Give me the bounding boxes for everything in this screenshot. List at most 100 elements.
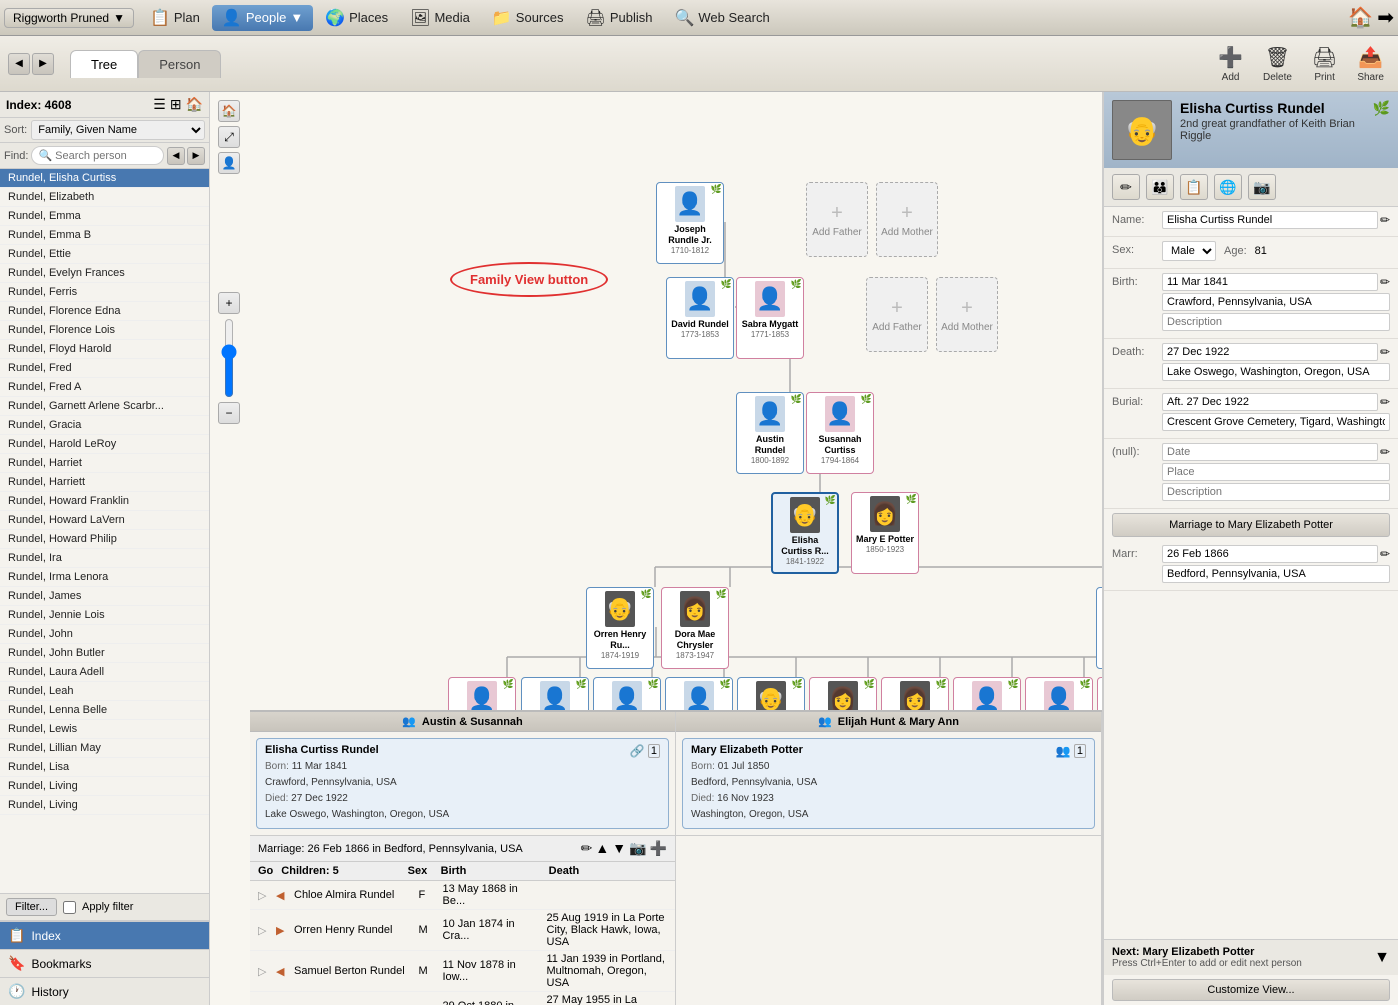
add-card-1[interactable]: +Add Mother (876, 182, 938, 257)
person-list-item[interactable]: Rundel, John (0, 625, 209, 644)
print-button[interactable]: 🖨 Print (1306, 43, 1343, 85)
person-list-item[interactable]: Rundel, Gracia (0, 416, 209, 435)
marr-place-input[interactable] (1162, 565, 1390, 583)
person-card-susannah[interactable]: 👤Susannah Curtiss1794-1864🌿 (806, 392, 874, 474)
name-edit-icon[interactable]: ✏ (1380, 213, 1390, 227)
birth-place-input[interactable] (1162, 293, 1390, 311)
burial-edit-icon[interactable]: ✏ (1380, 395, 1390, 409)
arrow-right-icon[interactable]: ➡ (1377, 5, 1394, 30)
person-list-item[interactable]: Rundel, Harriett (0, 473, 209, 492)
tree-expand-button[interactable]: ⤢ (218, 126, 240, 148)
person-count-badge[interactable]: 1 (648, 744, 660, 758)
marriage-nav-down-icon[interactable]: ▼ (612, 840, 626, 857)
marr-date-input[interactable] (1162, 545, 1378, 563)
add-card-2[interactable]: +Add Father (866, 277, 928, 352)
marr-edit-icon[interactable]: ✏ (1380, 547, 1390, 561)
person-list-item[interactable]: Rundel, Ferris (0, 283, 209, 302)
filter-button[interactable]: Filter... (6, 898, 57, 916)
person-list-item[interactable]: Rundel, Garnett Arlene Scarbr... (0, 397, 209, 416)
person-card-sabra[interactable]: 👤Sabra Mygatt1771-1853🌿 (736, 277, 804, 359)
person-card-samuel[interactable]: 👤Samuel B Rundel1878-1939🌿 (1096, 587, 1102, 669)
person-list-item[interactable]: Rundel, Lisa (0, 758, 209, 777)
person-list-item[interactable]: Rundel, Howard Franklin (0, 492, 209, 511)
person-list-item[interactable]: Rundel, Evelyn Frances (0, 264, 209, 283)
birth-desc-input[interactable] (1162, 313, 1390, 331)
null-date-input[interactable] (1162, 443, 1378, 461)
table-row[interactable]: ▷ ▶ Orren Henry Rundel M 10 Jan 1874 in … (250, 910, 675, 951)
marriage-cam-icon[interactable]: 📷 (629, 840, 646, 857)
person-card-dora[interactable]: 👩Dora Mae Chrysler1873-1947🌿 (661, 587, 729, 669)
person-list-item[interactable]: Rundel, Emma B (0, 226, 209, 245)
person-list-item[interactable]: Rundel, Living (0, 777, 209, 796)
menu-item-websearch[interactable]: 🔍 Web Search (664, 5, 779, 31)
table-row[interactable]: ▷ ◀ Samuel Berton Rundel M 11 Nov 1878 i… (250, 951, 675, 992)
marriage-button[interactable]: Marriage to Mary Elizabeth Potter (1112, 513, 1390, 537)
person-card-orren[interactable]: 👴Orren Henry Ru...1874-1919🌿 (586, 587, 654, 669)
zoom-in-button[interactable]: + (218, 292, 240, 314)
apply-filter-checkbox[interactable] (63, 901, 76, 914)
person-card-david[interactable]: 👤David Rundel1773-1853🌿 (666, 277, 734, 359)
zoom-out-button[interactable]: − (218, 402, 240, 424)
nav-back-button[interactable]: ◀ (8, 53, 30, 75)
sidebar-list-icon[interactable]: ☰ (153, 96, 166, 113)
person-card-mary_e[interactable]: 👩Mary E Potter1850-1923🌿 (851, 492, 919, 574)
birth-date-input[interactable] (1162, 273, 1378, 291)
marriage-add-icon[interactable]: ➕ (650, 840, 667, 857)
person-list-item[interactable]: Rundel, Elizabeth (0, 188, 209, 207)
share-button[interactable]: 📤 Share (1351, 43, 1390, 85)
sort-select[interactable]: Family, Given Name (31, 120, 205, 140)
menu-item-plan[interactable]: 📋 Plan (140, 5, 210, 31)
person-list-item[interactable]: Rundel, Florence Edna (0, 302, 209, 321)
person-list-item[interactable]: Rundel, Fred A (0, 378, 209, 397)
person-card-joseph[interactable]: 👤Joseph Rundle Jr.1710-1812🌿 (656, 182, 724, 264)
null-desc-input[interactable] (1162, 483, 1390, 501)
person-list-item[interactable]: Rundel, Ira (0, 549, 209, 568)
menu-item-publish[interactable]: 🖨 Publish (576, 5, 663, 31)
burial-place-input[interactable] (1162, 413, 1390, 431)
search-input[interactable] (55, 150, 157, 162)
person-list-item[interactable]: Rundel, Harold LeRoy (0, 435, 209, 454)
person-list-item[interactable]: Rundel, Howard Philip (0, 530, 209, 549)
sidebar-nav-bookmarks[interactable]: 🔖 Bookmarks (0, 949, 209, 977)
marriage-edit-icon[interactable]: ✏ (581, 840, 593, 857)
person-list-item[interactable]: Rundel, Emma (0, 207, 209, 226)
sidebar-grid-icon[interactable]: ⊞ (170, 96, 182, 113)
sex-select[interactable]: Male (1162, 241, 1216, 261)
person-link-icon[interactable]: 🔗 (630, 744, 645, 758)
person2-count-badge[interactable]: 1 (1074, 744, 1086, 758)
copy-button[interactable]: 📋 (1180, 174, 1208, 200)
add-card-0[interactable]: +Add Father (806, 182, 868, 257)
null-place-input[interactable] (1162, 463, 1390, 481)
person-list-item[interactable]: Rundel, Laura Adell (0, 663, 209, 682)
nav-forward-button[interactable]: ▶ (32, 53, 54, 75)
sidebar-nav-index[interactable]: 📋 Index (0, 921, 209, 949)
delete-button[interactable]: 🗑 Delete (1257, 43, 1298, 85)
death-date-input[interactable] (1162, 343, 1378, 361)
person-list-item[interactable]: Rundel, Lillian May (0, 739, 209, 758)
person-list-item[interactable]: Rundel, John Butler (0, 644, 209, 663)
person-list-item[interactable]: Rundel, Lenna Belle (0, 701, 209, 720)
death-place-input[interactable] (1162, 363, 1390, 381)
find-next-button[interactable]: ▶ (187, 147, 205, 165)
find-prev-button[interactable]: ◀ (167, 147, 185, 165)
menu-item-sources[interactable]: 📁 Sources (482, 5, 574, 31)
death-edit-icon[interactable]: ✏ (1380, 345, 1390, 359)
person-list-item[interactable]: Rundel, Jennie Lois (0, 606, 209, 625)
person-list-item[interactable]: Rundel, Ettie (0, 245, 209, 264)
person2-link-icon[interactable]: 👥 (1056, 744, 1071, 758)
family-view-label[interactable]: Family View button (450, 262, 608, 297)
person-list-item[interactable]: Rundel, Harriet (0, 454, 209, 473)
person-list-item[interactable]: Rundel, Howard LaVern (0, 511, 209, 530)
person-list-item[interactable]: Rundel, Leah (0, 682, 209, 701)
tree-home-button[interactable]: 🏠 (218, 100, 240, 122)
table-row[interactable]: ▷ ◀ Mary Lenora Rundel F 29 Oct 1880 in … (250, 992, 675, 1005)
family-button[interactable]: 👪 (1146, 174, 1174, 200)
birth-edit-icon[interactable]: ✏ (1380, 275, 1390, 289)
sidebar-home-icon[interactable]: 🏠 (186, 96, 203, 113)
add-button[interactable]: ➕ Add (1212, 43, 1249, 85)
person-list-item[interactable]: Rundel, Irma Lenora (0, 568, 209, 587)
camera-button[interactable]: 📷 (1248, 174, 1276, 200)
customize-view-button[interactable]: Customize View... (1112, 979, 1390, 1001)
zoom-slider[interactable] (219, 318, 239, 398)
menu-item-people[interactable]: 👤 People ▼ (212, 5, 313, 31)
